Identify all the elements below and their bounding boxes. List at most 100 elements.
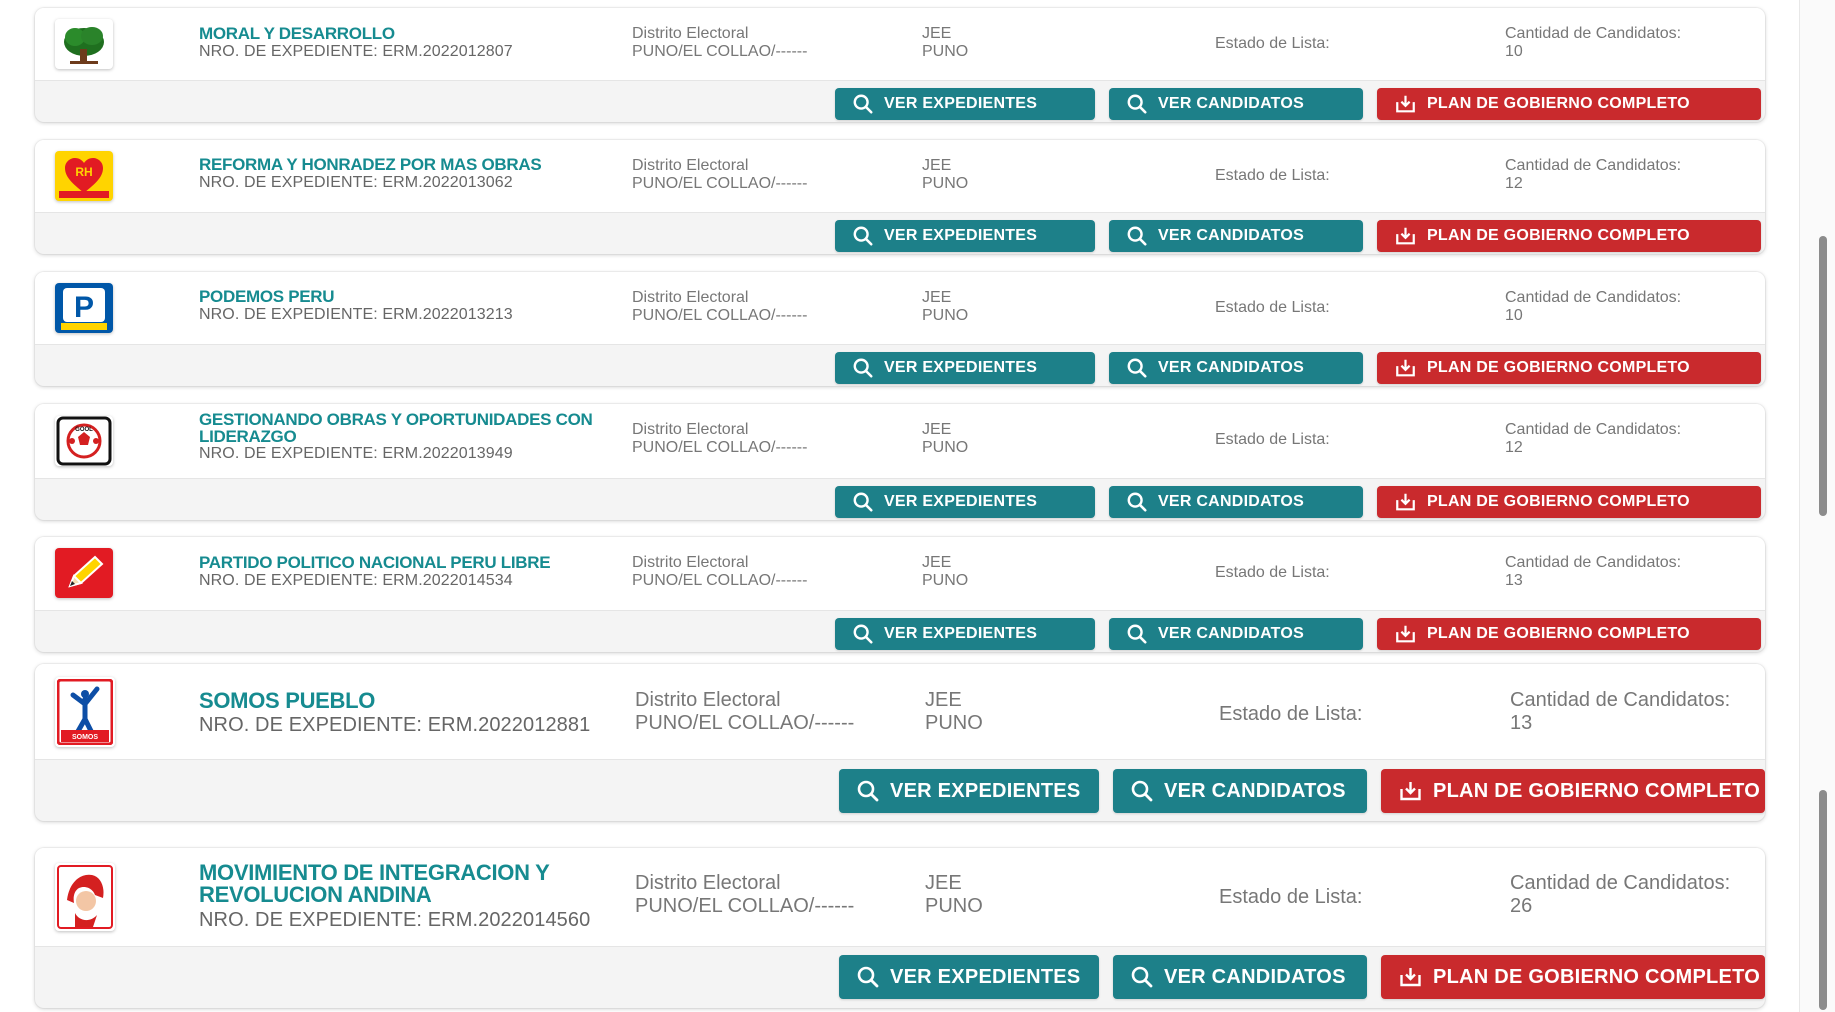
- plan-gobierno-button[interactable]: PLAN DE GOBIERNO COMPLETO: [1381, 955, 1765, 999]
- tree-icon: [55, 19, 113, 69]
- party-header: MORAL Y DESARROLLO NRO. DE EXPEDIENTE: E…: [199, 25, 619, 61]
- party-card: P PODEMOS PERU NRO. DE EXPEDIENTE: ERM.2…: [35, 272, 1765, 386]
- plan-gobierno-button[interactable]: PLAN DE GOBIERNO COMPLETO: [1377, 352, 1761, 384]
- cantidad-value: 13: [1510, 712, 1533, 734]
- jee-title: JEE: [922, 157, 952, 174]
- jee-value: PUNO: [925, 895, 983, 917]
- button-label: PLAN DE GOBIERNO COMPLETO: [1427, 95, 1690, 112]
- party-card-info: SOMOS SOMOS PUEBLO NRO. DE EXPEDIENTE: E…: [35, 664, 1765, 760]
- estado-de-lista: Estado de Lista:: [1215, 35, 1330, 52]
- party-name[interactable]: PARTIDO POLITICO NACIONAL PERU LIBRE: [199, 554, 619, 572]
- party-name[interactable]: MORAL Y DESARROLLO: [199, 25, 619, 43]
- jee-value: PUNO: [922, 439, 969, 457]
- cantidad-value: 10: [1505, 43, 1523, 61]
- button-label: PLAN DE GOBIERNO COMPLETO: [1433, 965, 1761, 988]
- plan-gobierno-button[interactable]: PLAN DE GOBIERNO COMPLETO: [1377, 486, 1761, 518]
- plan-gobierno-button[interactable]: PLAN DE GOBIERNO COMPLETO: [1377, 618, 1761, 650]
- party-name[interactable]: SOMOS PUEBLO: [199, 689, 619, 712]
- search-icon: [1127, 358, 1147, 378]
- cantidad-candidatos: Cantidad de Candidatos: 26: [1510, 872, 1730, 918]
- cantidad-value: 12: [1505, 439, 1523, 457]
- ver-candidatos-button[interactable]: VER CANDIDATOS: [1109, 352, 1363, 384]
- ver-expedientes-button[interactable]: VER EXPEDIENTES: [835, 486, 1095, 518]
- button-label: VER CANDIDATOS: [1164, 779, 1346, 802]
- distrito-electoral: Distrito Electoral PUNO/EL COLLAO/------: [632, 289, 807, 326]
- button-label: VER EXPEDIENTES: [884, 227, 1038, 244]
- party-card-actions: VER EXPEDIENTES VER CANDIDATOS PLAN DE G…: [35, 479, 1765, 520]
- vertical-scrollbar[interactable]: [1799, 0, 1835, 1012]
- distrito-title: Distrito Electoral: [632, 421, 749, 438]
- button-label: VER CANDIDATOS: [1158, 493, 1305, 510]
- jee-value: PUNO: [922, 43, 969, 61]
- party-card-actions: VER EXPEDIENTES VER CANDIDATOS PLAN DE G…: [35, 611, 1765, 652]
- ver-candidatos-button[interactable]: VER CANDIDATOS: [1109, 220, 1363, 252]
- search-icon: [1127, 226, 1147, 246]
- party-name[interactable]: GESTIONANDO OBRAS Y OPORTUNIDADES CON LI…: [199, 411, 619, 445]
- ver-expedientes-button[interactable]: VER EXPEDIENTES: [835, 220, 1095, 252]
- button-label: VER CANDIDATOS: [1158, 227, 1305, 244]
- ver-candidatos-button[interactable]: VER CANDIDATOS: [1109, 88, 1363, 120]
- plan-gobierno-button[interactable]: PLAN DE GOBIERNO COMPLETO: [1377, 220, 1761, 252]
- cantidad-candidatos: Cantidad de Candidatos: 10: [1505, 25, 1681, 62]
- party-name[interactable]: PODEMOS PERU: [199, 288, 619, 306]
- party-card-actions: VER EXPEDIENTES VER CANDIDATOS PLAN DE G…: [35, 213, 1765, 254]
- party-name[interactable]: MOVIMIENTO DE INTEGRACION Y REVOLUCION A…: [199, 861, 619, 907]
- button-label: PLAN DE GOBIERNO COMPLETO: [1427, 227, 1690, 244]
- estado-de-lista: Estado de Lista:: [1219, 886, 1363, 908]
- button-label: PLAN DE GOBIERNO COMPLETO: [1433, 779, 1761, 802]
- jee: JEE PUNO: [922, 421, 968, 458]
- estado-de-lista: Estado de Lista:: [1215, 431, 1330, 448]
- plan-gobierno-button[interactable]: PLAN DE GOBIERNO COMPLETO: [1377, 88, 1761, 120]
- distrito-value: PUNO/EL COLLAO/------: [632, 572, 808, 590]
- expediente-number: NRO. DE EXPEDIENTE: ERM.2022013213: [199, 305, 513, 323]
- distrito-electoral: Distrito Electoral PUNO/EL COLLAO/------: [635, 689, 854, 735]
- party-card-info: MOVIMIENTO DE INTEGRACION Y REVOLUCION A…: [35, 848, 1765, 947]
- distrito-value: PUNO/EL COLLAO/------: [632, 307, 808, 325]
- download-icon: [1396, 625, 1415, 643]
- somos-pueblo-icon: SOMOS: [55, 677, 115, 747]
- ver-expedientes-button[interactable]: VER EXPEDIENTES: [839, 955, 1099, 999]
- expediente-number: NRO. DE EXPEDIENTE: ERM.2022014560: [199, 908, 591, 931]
- jee: JEE PUNO: [922, 25, 968, 62]
- button-label: PLAN DE GOBIERNO COMPLETO: [1427, 359, 1690, 376]
- ver-expedientes-button[interactable]: VER EXPEDIENTES: [835, 88, 1095, 120]
- party-card-info: MORAL Y DESARROLLO NRO. DE EXPEDIENTE: E…: [35, 8, 1765, 81]
- svg-text:GOOL: GOOL: [75, 427, 93, 433]
- cantidad-candidatos: Cantidad de Candidatos: 12: [1505, 421, 1681, 458]
- expediente-number: NRO. DE EXPEDIENTE: ERM.2022012807: [199, 42, 513, 60]
- party-header: PARTIDO POLITICO NACIONAL PERU LIBRE NRO…: [199, 554, 619, 590]
- plan-gobierno-button[interactable]: PLAN DE GOBIERNO COMPLETO: [1381, 769, 1765, 813]
- jee-value: PUNO: [922, 175, 969, 193]
- ver-expedientes-button[interactable]: VER EXPEDIENTES: [835, 352, 1095, 384]
- search-icon: [853, 94, 873, 114]
- scrollbar-thumb-lower[interactable]: [1819, 790, 1827, 1010]
- jee: JEE PUNO: [922, 157, 968, 194]
- expediente-number: NRO. DE EXPEDIENTE: ERM.2022013062: [199, 173, 513, 191]
- ver-candidatos-button[interactable]: VER CANDIDATOS: [1109, 486, 1363, 518]
- jee-title: JEE: [922, 25, 952, 42]
- distrito-electoral: Distrito Electoral PUNO/EL COLLAO/------: [632, 421, 807, 458]
- scrollbar-thumb[interactable]: [1819, 236, 1827, 516]
- party-card-info: RH REFORMA Y HONRADEZ POR MAS OBRAS NRO.…: [35, 140, 1765, 213]
- svg-text:RH: RH: [75, 165, 92, 179]
- distrito-value: PUNO/EL COLLAO/------: [632, 439, 808, 457]
- ver-candidatos-button[interactable]: VER CANDIDATOS: [1113, 769, 1367, 813]
- ver-expedientes-button[interactable]: VER EXPEDIENTES: [839, 769, 1099, 813]
- page: MORAL Y DESARROLLO NRO. DE EXPEDIENTE: E…: [0, 0, 1835, 1012]
- party-name[interactable]: REFORMA Y HONRADEZ POR MAS OBRAS: [199, 156, 619, 174]
- distrito-title: Distrito Electoral: [632, 157, 749, 174]
- distrito-title: Distrito Electoral: [635, 872, 781, 894]
- party-card-info: PARTIDO POLITICO NACIONAL PERU LIBRE NRO…: [35, 537, 1765, 611]
- ver-expedientes-button[interactable]: VER EXPEDIENTES: [835, 618, 1095, 650]
- cantidad-value: 26: [1510, 895, 1533, 917]
- estado-de-lista: Estado de Lista:: [1215, 299, 1330, 316]
- button-label: PLAN DE GOBIERNO COMPLETO: [1427, 625, 1690, 642]
- ver-candidatos-button[interactable]: VER CANDIDATOS: [1113, 955, 1367, 999]
- download-icon: [1396, 95, 1415, 113]
- party-header: PODEMOS PERU NRO. DE EXPEDIENTE: ERM.202…: [199, 288, 619, 324]
- distrito-electoral: Distrito Electoral PUNO/EL COLLAO/------: [632, 157, 807, 194]
- jee-title: JEE: [922, 554, 952, 571]
- button-label: VER CANDIDATOS: [1158, 95, 1305, 112]
- ver-candidatos-button[interactable]: VER CANDIDATOS: [1109, 618, 1363, 650]
- search-icon: [857, 966, 879, 988]
